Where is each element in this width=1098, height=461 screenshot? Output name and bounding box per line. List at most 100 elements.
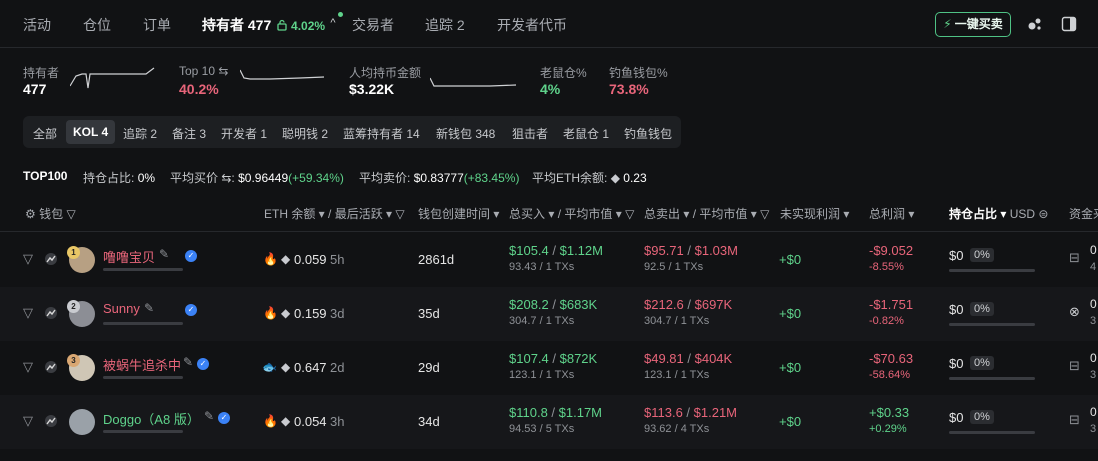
- fund-source-icon[interactable]: ⊟: [1069, 250, 1080, 266]
- summary-avg-eth-label: 平均ETH余额:: [532, 171, 608, 185]
- tab-holders-label: 持有者 477: [202, 17, 272, 33]
- holding-value: $0: [949, 410, 964, 425]
- chart-icon[interactable]: [44, 252, 58, 266]
- chart-icon[interactable]: [44, 414, 58, 428]
- holders-stat-label: 持有者: [23, 66, 60, 80]
- tab-activity[interactable]: 活动: [23, 15, 51, 35]
- table-row[interactable]: ▽ 2 Sunny ✎ ✓ 🔥 ◆ 0.159 3d 35d $208.2 / …: [0, 287, 1098, 341]
- holding-bar: [949, 323, 1035, 326]
- bubble-map-icon[interactable]: [1027, 16, 1043, 32]
- summary-avg-buy: 平均买价 ⇆: $0.96449(+59.34%): [170, 171, 344, 185]
- currency-usd-label[interactable]: USD: [1010, 207, 1035, 221]
- buy-amount: $107.4: [509, 351, 549, 366]
- rank-badge: 1: [67, 246, 80, 259]
- wallet-column-header[interactable]: ⚙ 钱包 ▽: [25, 205, 76, 222]
- fund-source-icon[interactable]: ⊟: [1069, 358, 1080, 374]
- eth-column-header[interactable]: ETH 余额 ▾ / 最后活跃 ▾ ▽: [264, 205, 405, 222]
- fund-source-sub: 4: [1090, 261, 1097, 273]
- filter-bluechip[interactable]: 蓝筹持有者 14: [343, 125, 420, 142]
- filter-icon[interactable]: ▽: [625, 207, 634, 221]
- edit-icon[interactable]: ✎: [183, 355, 193, 369]
- holding-column-header[interactable]: 持仓占比 ▾ USD ⊜: [949, 205, 1048, 222]
- buy-total: $107.4 / $872K: [509, 351, 598, 366]
- tab-dev-tokens[interactable]: 开发者代币: [497, 15, 567, 35]
- filter-developer[interactable]: 开发者 1: [221, 125, 267, 142]
- holding-pct-badge: 0%: [970, 410, 994, 424]
- sell-mcap-header-label: 平均市值: [699, 207, 748, 221]
- tab-holders[interactable]: 持有者 477 4.02%: [202, 15, 325, 35]
- filter-phishing[interactable]: 钓鱼钱包: [624, 125, 672, 142]
- edit-icon[interactable]: ✎: [159, 247, 169, 261]
- unrealized-profit: +$0: [779, 414, 802, 429]
- filter-icon[interactable]: ▽: [23, 359, 33, 375]
- settings-icon[interactable]: ⚙: [25, 207, 36, 221]
- tab-positions[interactable]: 仓位: [83, 15, 111, 35]
- unrealized-column-header[interactable]: 未实现利润 ▾: [780, 205, 849, 222]
- sell-column-header[interactable]: 总卖出 ▾ / 平均市值 ▾ ▽: [644, 205, 769, 222]
- avg-holding-sparkline: [430, 77, 517, 87]
- chevron-up-icon[interactable]: ^: [326, 16, 340, 30]
- currency-toggle-icon[interactable]: ⊜: [1038, 207, 1048, 221]
- filter-icon[interactable]: ▽: [760, 207, 769, 221]
- table-row[interactable]: ▽ 1 噜噜宝贝 ✎ ✓ 🔥 ◆ 0.059 5h 2861d $105.4 /…: [0, 233, 1098, 287]
- chart-icon[interactable]: [44, 360, 58, 374]
- wallet-name[interactable]: 噜噜宝贝: [103, 247, 155, 266]
- buy-sub: 123.1 / 1 TXs: [509, 369, 575, 381]
- filter-sniper[interactable]: 狙击者: [512, 125, 548, 142]
- last-active: 5h: [330, 252, 345, 267]
- created-column-header[interactable]: 钱包创建时间 ▾: [418, 205, 499, 222]
- filter-icon[interactable]: ▽: [395, 207, 404, 221]
- eth-balance: 0.054: [294, 414, 327, 429]
- side-panel-icon[interactable]: [1061, 16, 1077, 32]
- filter-icon[interactable]: ▽: [66, 207, 75, 221]
- buy-header-label: 总买入: [509, 207, 546, 221]
- total-profit: -$9.052: [869, 243, 914, 258]
- tab-tracking[interactable]: 追踪 2: [425, 15, 465, 35]
- status-dot: [338, 12, 343, 17]
- filter-rat[interactable]: 老鼠仓 1: [563, 125, 609, 142]
- profit-column-header[interactable]: 总利润 ▾: [869, 205, 914, 222]
- wallet-name[interactable]: 被蜗牛追杀中: [103, 355, 181, 374]
- sell-mcap: $1.03M: [694, 243, 738, 258]
- fund-source-icon[interactable]: ⊟: [1069, 412, 1080, 428]
- one-click-trade-button[interactable]: ⚡ 一键买卖: [935, 12, 1011, 37]
- source-icon: 🔥: [263, 306, 278, 320]
- filter-icon[interactable]: ▽: [23, 251, 33, 267]
- fund-source-column-header[interactable]: 资金来: [1069, 205, 1098, 222]
- table-row[interactable]: ▽ 3 被蜗牛追杀中 ✎ ✓ 🐟 ◆ 0.647 2d 29d $107.4 /…: [0, 341, 1098, 395]
- edit-icon[interactable]: ✎: [144, 301, 154, 315]
- wallet-name[interactable]: Doggo（A8 版）: [103, 409, 200, 428]
- wallet-age: 35d: [418, 306, 440, 321]
- buy-column-header[interactable]: 总买入 ▾ / 平均市值 ▾ ▽: [509, 205, 634, 222]
- sell-total: $49.81 / $404K: [644, 351, 733, 366]
- filter-kol[interactable]: KOL 4: [66, 120, 116, 144]
- sell-sub: 123.1 / 1 TXs: [644, 369, 710, 381]
- total-profit-pct: -8.55%: [869, 261, 904, 273]
- summary-avg-sell-label: 平均卖价:: [359, 171, 411, 185]
- sell-sub: 93.62 / 4 TXs: [644, 423, 710, 435]
- swap-icon[interactable]: ⇆: [221, 171, 231, 185]
- edit-icon[interactable]: ✎: [204, 409, 214, 423]
- swap-icon[interactable]: ⇆: [218, 64, 228, 78]
- holding-pct-badge: 0%: [970, 248, 994, 262]
- unrealized-profit: +$0: [779, 306, 802, 321]
- table-row[interactable]: ▽ Doggo（A8 版） ✎ ✓ 🔥 ◆ 0.054 3h 34d $110.…: [0, 395, 1098, 449]
- tab-traders[interactable]: 交易者: [352, 15, 394, 35]
- filter-icon[interactable]: ▽: [23, 305, 33, 321]
- filter-notes[interactable]: 备注 3: [172, 125, 206, 142]
- tab-orders[interactable]: 订单: [143, 15, 171, 35]
- fund-source-icon[interactable]: ⊗: [1069, 304, 1080, 320]
- filter-tracking[interactable]: 追踪 2: [123, 125, 157, 142]
- buy-mcap: $683K: [559, 297, 598, 312]
- filter-smart-money[interactable]: 聪明钱 2: [282, 125, 328, 142]
- filter-all[interactable]: 全部: [33, 125, 57, 142]
- filter-icon[interactable]: ▽: [23, 413, 33, 429]
- wallet-age: 29d: [418, 360, 440, 375]
- fund-source-sub: 3: [1090, 369, 1097, 381]
- avatar[interactable]: [69, 409, 95, 435]
- filter-new-wallet[interactable]: 新钱包 348: [436, 125, 495, 142]
- chart-icon[interactable]: [44, 306, 58, 320]
- summary-avg-eth-value: 0.23: [623, 171, 647, 185]
- holding-value: $0: [949, 356, 964, 371]
- wallet-name[interactable]: Sunny: [103, 301, 140, 316]
